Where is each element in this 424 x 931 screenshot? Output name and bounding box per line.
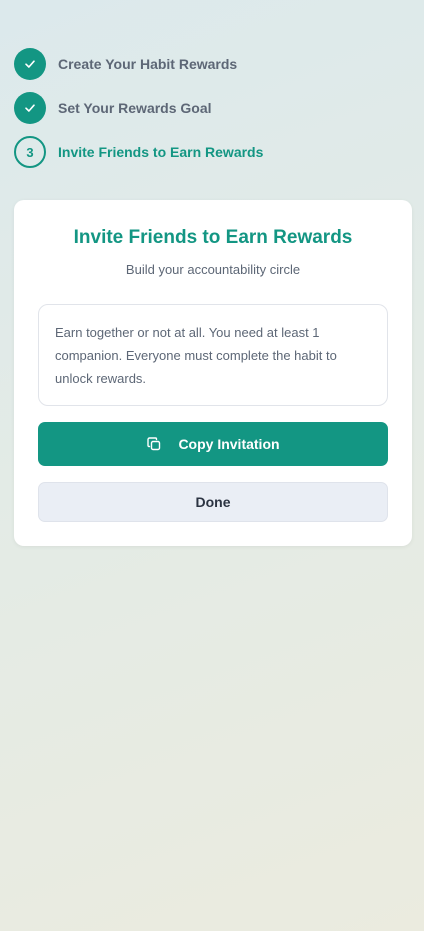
step-label: Set Your Rewards Goal	[58, 100, 212, 116]
step-invite-friends: 3 Invite Friends to Earn Rewards	[14, 136, 410, 168]
card-subtitle: Build your accountability circle	[125, 262, 301, 277]
progress-steps: Create Your Habit Rewards Set Your Rewar…	[14, 48, 410, 180]
done-button[interactable]: Done	[38, 482, 388, 522]
step-label: Invite Friends to Earn Rewards	[58, 144, 264, 160]
step-complete-badge	[14, 48, 46, 80]
copy-invitation-label: Copy Invitation	[178, 436, 280, 452]
check-icon	[25, 104, 35, 112]
card-title: Invite Friends to Earn Rewards	[73, 227, 353, 248]
copy-icon	[146, 436, 162, 452]
step-complete-badge	[14, 92, 46, 124]
step-set-rewards-goal: Set Your Rewards Goal	[14, 92, 410, 124]
invite-card: Invite Friends to Earn Rewards Build you…	[14, 200, 412, 546]
check-icon	[25, 60, 35, 68]
step-number-badge: 3	[14, 136, 46, 168]
info-box: Earn together or not at all. You need at…	[38, 304, 388, 406]
copy-invitation-button[interactable]: Copy Invitation	[38, 422, 388, 466]
step-create-habit-rewards: Create Your Habit Rewards	[14, 48, 410, 80]
step-label: Create Your Habit Rewards	[58, 56, 238, 72]
